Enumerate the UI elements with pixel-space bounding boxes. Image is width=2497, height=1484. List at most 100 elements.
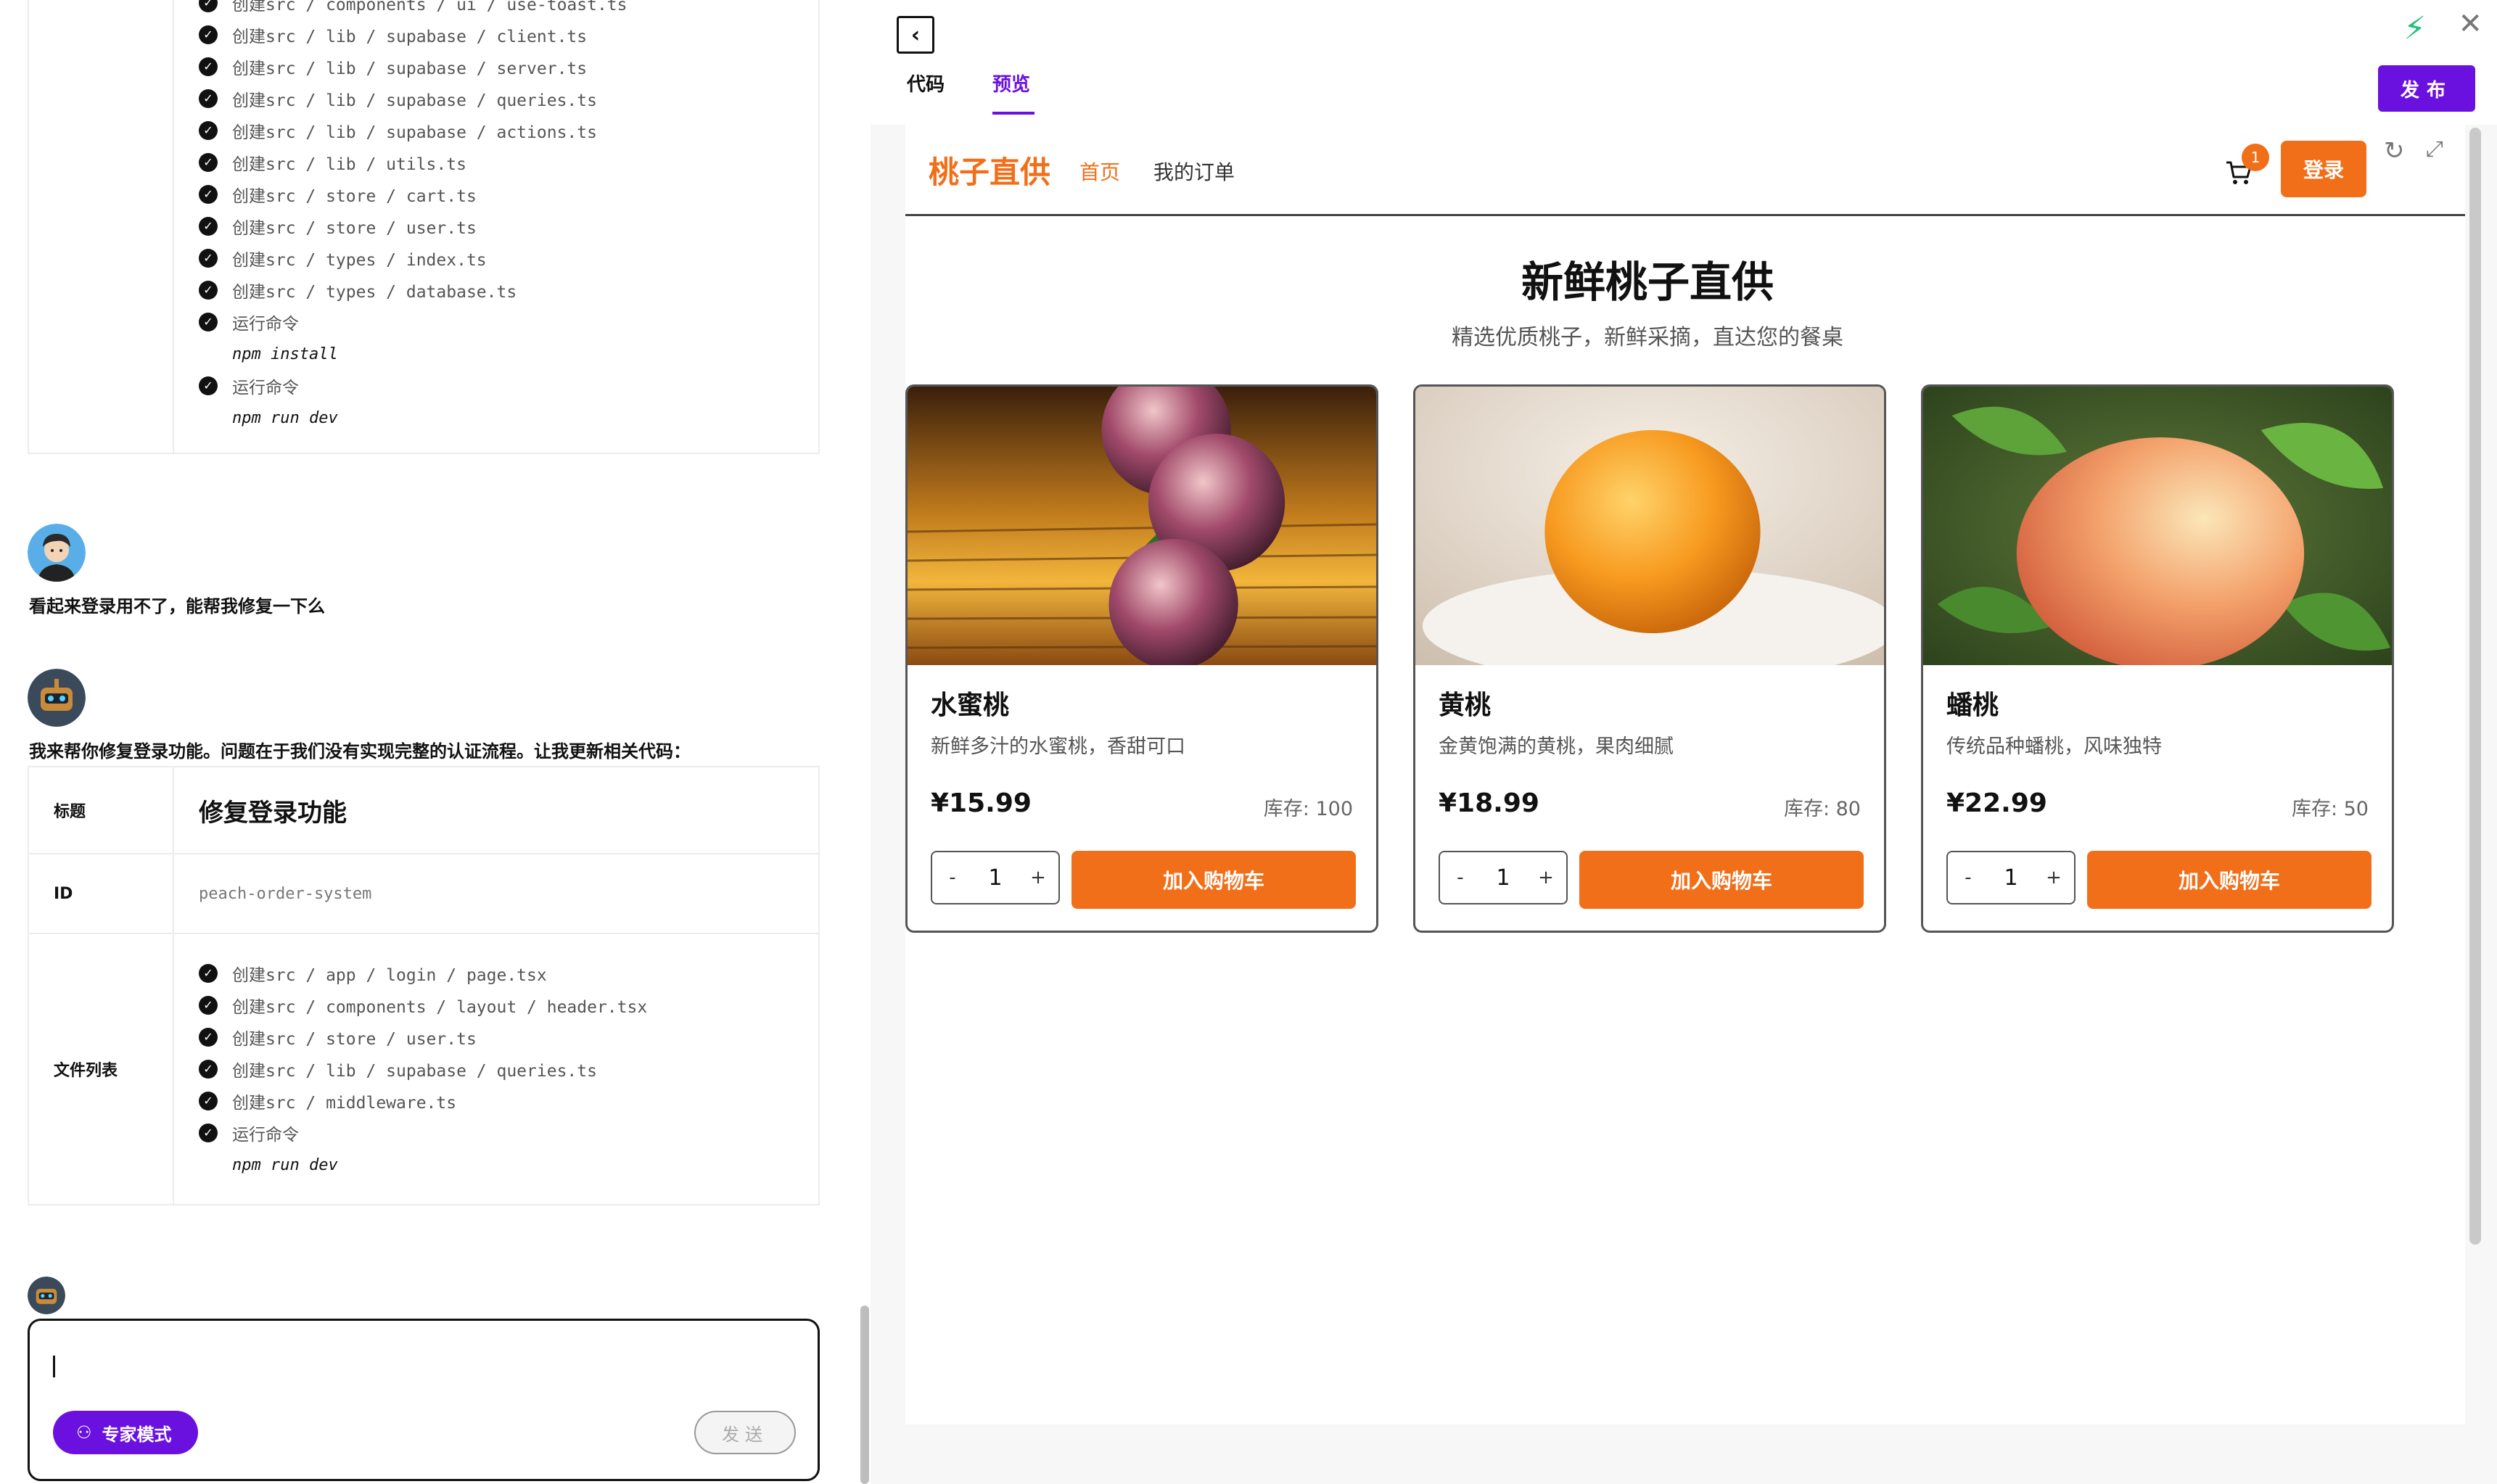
command-text: npm install <box>232 345 338 363</box>
tab-code[interactable]: 代码 <box>907 70 945 96</box>
step-text: 运行命令 <box>232 1126 299 1145</box>
preview-frame: 桃子直供 首页 我的订单 1 登录 ↻ ⤢ 新鲜桃子直供 精选优质桃子，新鲜采摘… <box>905 125 2465 1425</box>
task-id: peach-order-system <box>199 884 372 903</box>
preview-scrollbar[interactable] <box>2469 128 2481 1245</box>
product-name: 水蜜桃 <box>931 691 1010 720</box>
step-text: 创建src / types / index.ts <box>232 251 487 270</box>
step-item: ✓ 创建src / store / cart.ts <box>199 178 818 210</box>
tab-preview[interactable]: 预览 <box>992 70 1030 96</box>
close-icon[interactable]: ✕ <box>2458 7 2482 41</box>
product-image-flat-peach <box>1923 387 2392 665</box>
product-desc: 金黄饱满的黄桃，果肉细腻 <box>1439 735 1674 758</box>
chat-scrollbar[interactable] <box>860 1306 869 1484</box>
check-circle-icon: ✓ <box>199 0 218 12</box>
step-text: 创建src / middleware.ts <box>232 1094 457 1113</box>
step-text: 创建src / lib / supabase / queries.ts <box>232 91 597 110</box>
product-card: 黄桃 金黄饱满的黄桃，果肉细腻 ¥18.99 库存: 80 - 1 + 加入购物… <box>1413 384 1886 933</box>
step-text: 创建src / store / cart.ts <box>232 187 477 206</box>
file-table-row: ✓ 创建src / components / ui / use-toast.ts … <box>29 0 818 453</box>
step-item: ✓ 创建src / lib / supabase / queries.ts <box>199 83 818 115</box>
increment-button[interactable]: + <box>1537 867 1555 889</box>
step-item: ✓ 创建src / types / index.ts <box>199 242 818 274</box>
id-key: ID <box>29 854 174 933</box>
login-button[interactable]: 登录 <box>2281 141 2366 197</box>
hero-subtitle: 精选优质桃子，新鲜采摘，直达您的餐桌 <box>1452 325 1843 350</box>
nav-link-orders[interactable]: 我的订单 <box>1153 157 1235 186</box>
expand-icon[interactable]: ⤢ <box>2426 136 2443 162</box>
refresh-icon[interactable]: ↻ <box>2384 136 2405 165</box>
product-stock: 库存: 100 <box>1263 798 1353 820</box>
file-table-1: ✓ 创建src / components / ui / use-toast.ts … <box>28 0 820 454</box>
text-cursor <box>53 1356 55 1377</box>
product-image-peach <box>908 387 1376 665</box>
user-message: 看起来登录用不了，能帮我修复一下么 <box>29 596 325 617</box>
product-desc: 新鲜多汁的水蜜桃，香甜可口 <box>931 735 1185 758</box>
step-text: 创建src / lib / supabase / server.ts <box>232 59 588 78</box>
assistant-avatar <box>28 669 86 727</box>
add-to-cart-button[interactable]: 加入购物车 <box>1579 851 1864 909</box>
site-header: 桃子直供 首页 我的订单 1 登录 ↻ ⤢ <box>905 125 2465 216</box>
step-item: ✓ 创建src / store / user.ts <box>199 1021 818 1053</box>
check-circle-icon: ✓ <box>199 57 218 76</box>
nav-link-home[interactable]: 首页 <box>1079 157 1120 186</box>
bolt-icon[interactable]: ⚡ <box>2403 10 2426 47</box>
file-table-2: 标题 修复登录功能 ID peach-order-system 文件列表 ✓ 创建… <box>28 766 820 1205</box>
check-circle-icon: ✓ <box>199 1060 218 1079</box>
file-list-value: ✓ 创建src / components / ui / use-toast.ts … <box>174 0 818 453</box>
step-item: ✓ 运行命令 <box>199 370 818 402</box>
workspace-panel: ‹ 代码 预览 ⚡ ✕ 发布 桃子直供 首页 我的订单 1 登录 ↻ ⤢ 新鲜桃… <box>871 0 2497 1484</box>
check-circle-icon: ✓ <box>199 1124 218 1142</box>
command-text: npm run dev <box>232 408 338 427</box>
step-text: 创建src / components / layout / header.tsx <box>232 998 648 1017</box>
product-card: 水蜜桃 新鲜多汁的水蜜桃，香甜可口 ¥15.99 库存: 100 - 1 + 加… <box>905 384 1378 933</box>
increment-button[interactable]: + <box>1029 867 1047 889</box>
check-circle-icon: ✓ <box>199 249 218 268</box>
assistant-avatar-small <box>28 1277 65 1314</box>
title-value-cell: 修复登录功能 <box>174 767 818 853</box>
step-item: ✓ 创建src / lib / utils.ts <box>199 147 818 178</box>
step-text: 创建src / lib / supabase / queries.ts <box>232 1062 597 1081</box>
step-item: ✓ 创建src / lib / supabase / client.ts <box>199 19 818 51</box>
check-circle-icon: ✓ <box>199 1028 218 1047</box>
title-key: 标题 <box>29 767 174 853</box>
decrement-button[interactable]: - <box>1452 867 1469 889</box>
step-item: ✓ 创建src / app / login / page.tsx <box>199 957 818 989</box>
site-brand[interactable]: 桃子直供 <box>929 148 1050 192</box>
check-circle-icon: ✓ <box>199 217 218 236</box>
add-to-cart-button[interactable]: 加入购物车 <box>2087 851 2371 909</box>
back-button[interactable]: ‹ <box>897 16 934 54</box>
step-text: 创建src / lib / utils.ts <box>232 155 466 174</box>
add-to-cart-button[interactable]: 加入购物车 <box>1071 851 1356 909</box>
check-circle-icon: ✓ <box>199 964 218 983</box>
publish-button[interactable]: 发布 <box>2378 65 2475 112</box>
check-circle-icon: ✓ <box>199 25 218 44</box>
step-item: ✓ 创建src / store / user.ts <box>199 210 818 242</box>
files-key: 文件列表 <box>29 934 174 1204</box>
product-price: ¥18.99 <box>1439 788 1539 818</box>
step-item: ✓ 创建src / components / layout / header.ts… <box>199 989 818 1021</box>
step-text: 创建src / lib / supabase / client.ts <box>232 28 588 46</box>
increment-button[interactable]: + <box>2045 867 2062 889</box>
step-text: 创建src / store / user.ts <box>232 1030 477 1049</box>
step-item: ✓ 创建src / components / ui / use-toast.ts <box>199 0 818 19</box>
quantity-value: 1 <box>1496 865 1510 891</box>
message-composer[interactable]: ⚇ 专家模式 发送 <box>28 1319 820 1481</box>
send-button[interactable]: 发送 <box>694 1411 796 1454</box>
file-list-value: ✓ 创建src / app / login / page.tsx ✓ 创建src /… <box>174 934 818 1204</box>
chat-panel: ✓ 创建src / components / ui / use-toast.ts … <box>0 0 869 1484</box>
expert-mode-label: 专家模式 <box>102 1424 172 1445</box>
expert-mode-button[interactable]: ⚇ 专家模式 <box>53 1411 198 1454</box>
check-circle-icon: ✓ <box>199 313 218 331</box>
decrement-button[interactable]: - <box>944 867 961 889</box>
step-text: 创建src / app / login / page.tsx <box>232 966 547 985</box>
assistant-message: 我来帮你修复登录功能。问题在于我们没有实现完整的认证流程。让我更新相关代码： <box>29 741 691 762</box>
step-item: ✓ 运行命令 <box>199 306 818 338</box>
file-table-row: 标题 修复登录功能 <box>29 767 818 854</box>
step-text: 运行命令 <box>232 379 299 397</box>
decrement-button[interactable]: - <box>1959 867 1977 889</box>
check-circle-icon: ✓ <box>199 153 218 172</box>
cart-count-badge: 1 <box>2242 144 2269 171</box>
product-price: ¥15.99 <box>931 788 1032 818</box>
step-text: 创建src / types / database.ts <box>232 283 517 302</box>
file-table-row: ID peach-order-system <box>29 854 818 934</box>
